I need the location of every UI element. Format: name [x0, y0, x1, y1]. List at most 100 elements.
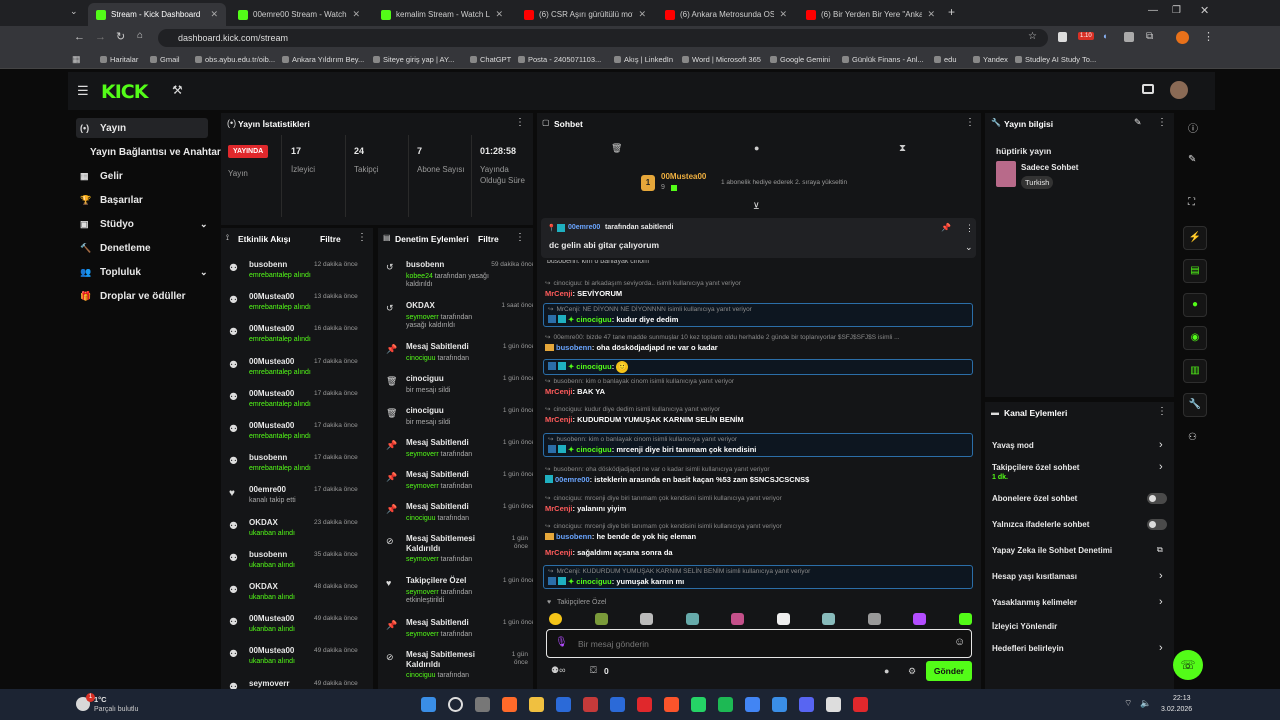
url-input[interactable]: dashboard.kick.com/stream: [158, 29, 1048, 47]
wrench-rail-icon[interactable]: 🔧: [1183, 393, 1207, 417]
browser-tab[interactable]: kemalim Stream - Watch Live o ✕: [373, 3, 511, 26]
emote-icon[interactable]: [822, 613, 835, 625]
spotify-icon[interactable]: [718, 697, 733, 712]
chat-message[interactable]: ↪ MrCenji: NE DİYONN NE DİYONNNN isimli k…: [543, 303, 973, 327]
emote-icon[interactable]: [867, 613, 881, 625]
capcut-icon[interactable]: [826, 697, 841, 712]
chat-message[interactable]: ↪ busobenn: kim o banlayak cinom isimli k…: [545, 377, 970, 397]
extensions-puzzle-icon[interactable]: ⧉: [1146, 31, 1153, 42]
chat-username[interactable]: MrCenji: [545, 289, 573, 298]
activity-item[interactable]: ⚉ OKDAX ukanban alındı 48 dakika önce: [221, 580, 373, 610]
brave-icon[interactable]: [664, 697, 679, 712]
activity-item[interactable]: ⚉ 00Mustea00 emrebantalep alındı 16 dakika …: [221, 322, 373, 352]
activity-item[interactable]: ♥ 00emre00 kanalı takip etti 17 dakika önce: [221, 483, 373, 513]
sidebar-item[interactable]: ▣ Stüdyo ⌄: [76, 214, 208, 234]
new-tab-button[interactable]: +: [948, 5, 955, 19]
pinned-menu-icon[interactable]: ⋮: [965, 223, 974, 234]
stats-menu-icon[interactable]: ⋮: [515, 117, 525, 128]
language-tag[interactable]: Turkish: [1021, 176, 1054, 189]
moderation-item[interactable]: 📌 Mesaj Sabitlendi cinociguu tarafından 1 g…: [378, 500, 533, 534]
chat-message[interactable]: ✦ cinociguu: 🙂: [543, 359, 973, 375]
chat-message[interactable]: ↪ MrCenji: KUDURDUM YUMUŞAK KARNIM SELİN …: [543, 565, 973, 589]
activity-item[interactable]: ⚉ busobenn emrebantalep alındı 12 dakika ön…: [221, 258, 373, 288]
pencil-icon[interactable]: ✎: [1188, 154, 1196, 165]
category-thumbnail[interactable]: [996, 161, 1016, 187]
collapse-icon[interactable]: ⊻: [753, 201, 760, 212]
lightning-icon[interactable]: ⚡: [1183, 226, 1207, 250]
chat-username[interactable]: busobenn: [556, 532, 592, 541]
user-avatar[interactable]: [1170, 81, 1188, 99]
channel-action-item[interactable]: Hesap yaşı kısıtlaması ›: [985, 570, 1174, 590]
start-icon[interactable]: [421, 697, 436, 712]
activity-item[interactable]: ⚉ 00Mustea00 emrebantalep alındı 17 dakika …: [221, 419, 373, 449]
word-icon[interactable]: [583, 697, 598, 712]
browser-menu-icon[interactable]: ⋮: [1203, 30, 1214, 43]
chat-username[interactable]: cinociguu: [576, 445, 611, 454]
minimize-button[interactable]: —: [1148, 5, 1158, 16]
emote-icon[interactable]: [913, 613, 926, 625]
browser-tab[interactable]: 00emre00 Stream - Watch Live ✕: [230, 3, 368, 26]
close-window-button[interactable]: ✕: [1200, 4, 1209, 17]
chat-username[interactable]: MrCenji: [545, 387, 573, 396]
close-tab-icon[interactable]: ✕: [352, 9, 360, 20]
moderation-item[interactable]: 📌 Mesaj Sabitlendi seymoverr tarafından 1 g…: [378, 616, 533, 650]
chat-message[interactable]: ↪ cinociguu: mrcenji diye biri tanımam ço…: [545, 494, 970, 514]
maximize-button[interactable]: ❐: [1172, 5, 1181, 16]
moderation-item[interactable]: 📌 Mesaj Sabitlendi cinociguu tarafından 1 g…: [378, 340, 533, 374]
info-icon[interactable]: ⓘ: [1188, 120, 1198, 135]
sidebar-item[interactable]: 🔨 Denetleme: [76, 238, 208, 258]
browser-tab[interactable]: Stream - Kick Dashboard ✕: [88, 3, 226, 26]
bookmark-star-icon[interactable]: ☆: [1028, 31, 1037, 42]
expand-chevron-icon[interactable]: ⌄: [965, 242, 973, 253]
emote-icon[interactable]: [549, 613, 562, 625]
gift-user[interactable]: 00Mustea00: [661, 172, 706, 181]
channel-action-item[interactable]: Yalnızca ifadelerle sohbet: [985, 518, 1174, 538]
emoji-icon[interactable]: ☺: [954, 636, 965, 648]
chat-message[interactable]: ↪ busobenn: oha dösködjadjapd ne var o ka…: [545, 465, 970, 485]
chrome-icon[interactable]: [745, 697, 760, 712]
emote-icon[interactable]: [640, 613, 653, 625]
moderation-menu-icon[interactable]: ⋮: [515, 232, 525, 243]
chat-settings-icon[interactable]: ⚙: [908, 666, 916, 677]
file-explorer-icon[interactable]: [529, 697, 544, 712]
activity-item[interactable]: ⚉ 00Mustea00 emrebantalep alındı 17 dakika …: [221, 355, 373, 385]
extension-badge[interactable]: 1.10: [1078, 32, 1094, 40]
opera-icon[interactable]: [637, 697, 652, 712]
outlook-icon[interactable]: [610, 697, 625, 712]
stream-info-menu-icon[interactable]: ⋮: [1157, 117, 1167, 128]
emote-icon[interactable]: [731, 613, 744, 625]
moderation-item[interactable]: 📌 Mesaj Sabitlendi seymoverr tarafından 1 g…: [378, 468, 533, 502]
channel-action-item[interactable]: Hedefleri belirleyin ›: [985, 642, 1174, 662]
microphone-icon[interactable]: 🎙: [555, 637, 568, 648]
profile-avatar[interactable]: [1176, 31, 1189, 44]
back-icon[interactable]: ←: [74, 31, 85, 43]
channel-action-item[interactable]: Yasaklanmış kelimeler ›: [985, 596, 1174, 616]
hammer-icon[interactable]: ⚒: [172, 83, 183, 97]
bookmark-item[interactable]: Google Gemini: [770, 55, 838, 64]
emote-icon[interactable]: [776, 613, 790, 625]
broadcast-rail-icon[interactable]: ◉: [1183, 326, 1207, 350]
chat-input[interactable]: 🎙 Bir mesaj gönderin ☺: [546, 629, 972, 658]
close-tab-icon[interactable]: ✕: [927, 9, 935, 20]
browser-tab[interactable]: (6) CSR Aşırı gürültülü motor se ✕: [516, 3, 654, 26]
emote-icon[interactable]: [958, 613, 972, 625]
bookmark-item[interactable]: Yandex: [973, 55, 1013, 64]
bookmark-item[interactable]: Günlük Finans - Anl...: [842, 55, 932, 64]
bookmark-item[interactable]: Siteye giriş yap | AY...: [373, 55, 467, 64]
close-tab-icon[interactable]: ✕: [638, 9, 646, 20]
layout-rail-icon[interactable]: ▥: [1183, 359, 1207, 383]
channel-action-item[interactable]: İzleyici Yönlendir: [985, 620, 1174, 640]
sidebar-item[interactable]: 🏆 Başarılar: [76, 190, 208, 210]
chat-bubble-icon[interactable]: ●: [754, 143, 759, 153]
chat-rail-icon[interactable]: ●: [1183, 293, 1207, 317]
bookmark-item[interactable]: Haritalar: [100, 55, 146, 64]
discord-icon[interactable]: [799, 697, 814, 712]
moderation-item[interactable]: ⊘ Mesaj Sabitlemesi Kaldırıldı seymoverr t…: [378, 532, 533, 566]
moderation-item[interactable]: 🗑 cinociguu bir mesajı sildi 1 gün önce: [378, 372, 533, 406]
activity-item[interactable]: ⚉ 00Mustea00 emrebantalep alındı 17 dakika …: [221, 387, 373, 417]
apps-grid-icon[interactable]: ▦: [72, 54, 81, 65]
emote-icon[interactable]: [594, 613, 608, 625]
close-tab-icon[interactable]: ✕: [210, 9, 218, 20]
bookmark-item[interactable]: Studley AI Study To...: [1015, 55, 1103, 64]
moderation-item[interactable]: 🗑 cinociguu bir mesajı sildi 1 gün önce: [378, 404, 533, 438]
